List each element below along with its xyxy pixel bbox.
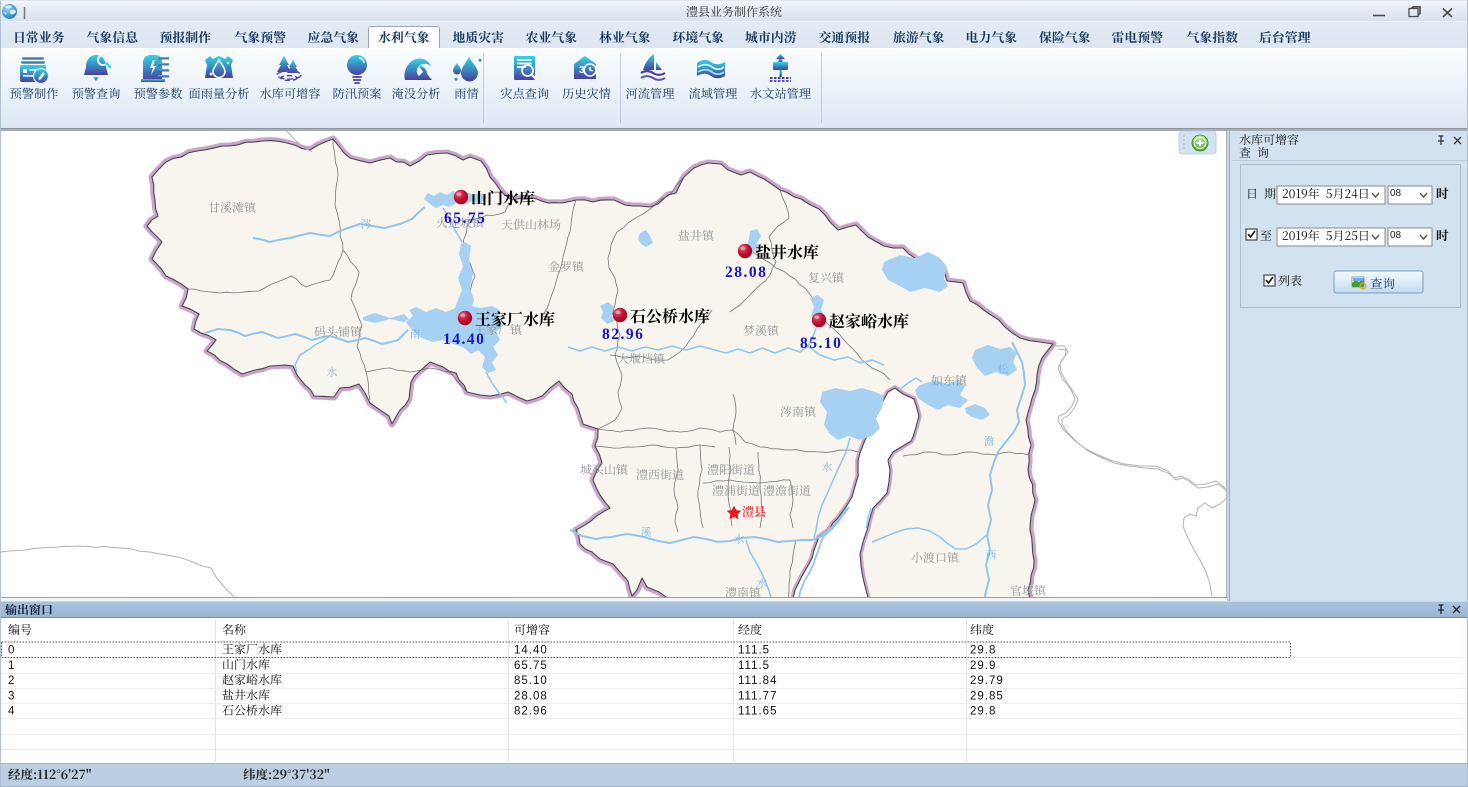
svg-text:08: 08 bbox=[1390, 230, 1402, 241]
svg-text:1: 1 bbox=[8, 660, 14, 672]
svg-text:111.65: 111.65 bbox=[738, 706, 777, 718]
svg-text:14.40: 14.40 bbox=[514, 645, 548, 657]
svg-text:29.79: 29.79 bbox=[970, 675, 1004, 687]
svg-text:2: 2 bbox=[8, 675, 14, 687]
svg-text:82.96: 82.96 bbox=[602, 326, 644, 343]
svg-text:65.75: 65.75 bbox=[514, 660, 548, 672]
svg-text:14.40: 14.40 bbox=[443, 331, 485, 348]
svg-text:111.84: 111.84 bbox=[738, 675, 777, 687]
svg-text:29.85: 29.85 bbox=[970, 690, 1004, 702]
svg-text:3: 3 bbox=[8, 690, 14, 702]
svg-text:82.96: 82.96 bbox=[514, 706, 548, 718]
svg-text:111.5: 111.5 bbox=[738, 660, 770, 672]
svg-text:29.8: 29.8 bbox=[970, 706, 996, 718]
svg-text:4: 4 bbox=[8, 706, 15, 718]
svg-text:65.75: 65.75 bbox=[444, 210, 486, 227]
svg-text:29.8: 29.8 bbox=[970, 645, 996, 657]
svg-text:111.77: 111.77 bbox=[738, 690, 777, 702]
svg-text:111.5: 111.5 bbox=[738, 645, 770, 657]
svg-text:0: 0 bbox=[8, 645, 14, 657]
svg-text:29.9: 29.9 bbox=[970, 660, 996, 672]
svg-text:08: 08 bbox=[1390, 188, 1402, 199]
svg-text:85.10: 85.10 bbox=[800, 335, 842, 352]
svg-text:28.08: 28.08 bbox=[514, 690, 548, 702]
svg-text:85.10: 85.10 bbox=[514, 675, 548, 687]
svg-text:28.08: 28.08 bbox=[725, 264, 767, 281]
